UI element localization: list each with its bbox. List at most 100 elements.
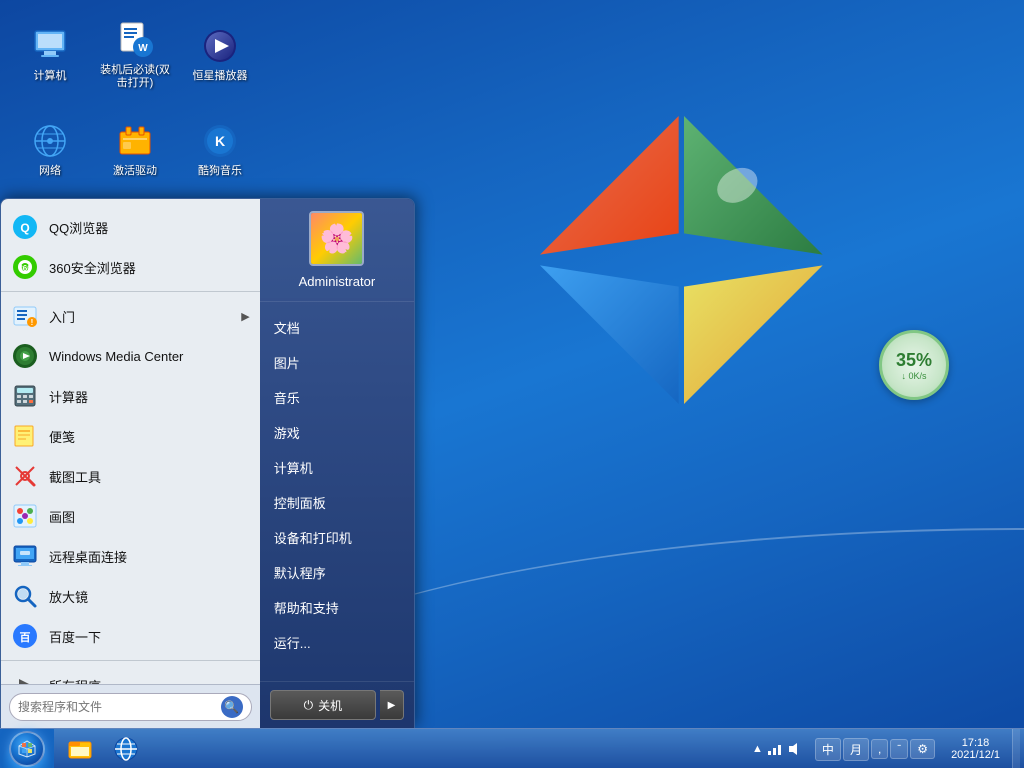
intro-arrow: ▶ <box>241 310 249 323</box>
ime-settings-button[interactable]: ⚙ <box>910 739 935 759</box>
user-section: 🌸 Administrator <box>260 199 414 302</box>
360-browser-icon: 360 <box>11 253 39 281</box>
start-item-snipping[interactable]: 截图工具 <box>1 456 260 496</box>
ime-extra-button[interactable]: , <box>871 739 888 759</box>
search-button[interactable]: 🔍 <box>221 696 243 718</box>
network-speed: ↓ 0K/s <box>901 371 926 381</box>
user-avatar[interactable]: 🌸 <box>309 211 364 266</box>
start-item-qq-browser-label: QQ浏览器 <box>49 218 250 237</box>
taskbar-right: ▲ 中 月 <box>746 729 1024 768</box>
start-item-baidu[interactable]: 百 百度一下 <box>1 616 260 656</box>
right-item-help-label: 帮助和支持 <box>274 598 339 617</box>
shutdown-button[interactable]: ⏻ 关机 <box>270 690 376 720</box>
start-item-paint[interactable]: 画图 <box>1 496 260 536</box>
wmc-icon <box>11 342 39 370</box>
shutdown-arrow-button[interactable]: ▶ <box>380 690 404 720</box>
start-item-360-label: 360安全浏览器 <box>49 258 250 277</box>
show-desktop-button[interactable] <box>1012 729 1020 768</box>
start-item-intro[interactable]: ! 入门 ▶ <box>1 296 260 336</box>
right-item-games-label: 游戏 <box>274 423 300 442</box>
start-item-360-browser[interactable]: 360 360安全浏览器 <box>1 247 260 287</box>
windows-logo <box>524 100 844 420</box>
start-item-intro-label: 入门 <box>49 307 231 326</box>
ime-extra2-button[interactable]: ˉ <box>890 739 908 759</box>
right-item-default-prog[interactable]: 默认程序 <box>260 555 414 590</box>
right-item-help[interactable]: 帮助和支持 <box>260 590 414 625</box>
sticky-icon <box>11 422 39 450</box>
start-item-magnifier[interactable]: 放大镜 <box>1 576 260 616</box>
start-item-all-programs[interactable]: 所有程序 <box>1 665 260 684</box>
start-orb <box>9 731 45 767</box>
ime-lang-label: 中 <box>822 743 834 757</box>
start-item-snipping-label: 截图工具 <box>49 467 250 486</box>
clock-time: 17:18 <box>962 737 990 749</box>
svg-text:Q: Q <box>20 221 29 235</box>
right-item-music-label: 音乐 <box>274 388 300 407</box>
start-item-calculator-label: 计算器 <box>49 387 250 406</box>
start-menu: Q QQ浏览器 360 360安全浏览器 <box>0 198 415 728</box>
intro-icon: ! <box>11 302 39 330</box>
desktop-icon-computer[interactable]: 计算机 <box>10 10 90 100</box>
shutdown-label: 关机 <box>318 697 342 714</box>
network-meter: 35% ↓ 0K/s <box>879 330 949 400</box>
calculator-icon <box>11 382 39 410</box>
start-menu-items: Q QQ浏览器 360 360安全浏览器 <box>1 199 260 684</box>
search-input[interactable] <box>18 700 217 714</box>
tray-overflow-arrow[interactable]: ▲ <box>752 743 763 755</box>
qq-browser-icon: Q <box>11 213 39 241</box>
desktop-icon-install-readme[interactable]: W 装机后必读(双击打开) <box>95 10 175 100</box>
desktop-icon-area: 计算机 W 装机后必读(双击打开) <box>10 10 260 195</box>
right-item-devices-label: 设备和打印机 <box>274 528 352 547</box>
start-search-area: 🔍 <box>1 684 260 728</box>
start-item-qq-browser[interactable]: Q QQ浏览器 <box>1 207 260 247</box>
paint-icon <box>11 502 39 530</box>
desktop-icon-install-label: 装机后必读(双击打开) <box>100 64 170 90</box>
right-item-pics-label: 图片 <box>274 353 300 372</box>
clock-date: 2021/12/1 <box>951 749 1000 761</box>
desktop-icon-computer-label: 计算机 <box>34 70 67 83</box>
right-item-controlpanel-label: 控制面板 <box>274 493 326 512</box>
start-item-sticky[interactable]: 便笺 <box>1 416 260 456</box>
start-item-rdp[interactable]: 远程桌面连接 <box>1 536 260 576</box>
ime-area: 中 月 , ˉ ⚙ <box>811 738 939 761</box>
desktop-icon-activate-label: 激活驱动 <box>113 165 157 178</box>
start-item-rdp-label: 远程桌面连接 <box>49 547 250 566</box>
right-item-default-prog-label: 默认程序 <box>274 563 326 582</box>
start-item-wmc-label: Windows Media Center <box>49 349 250 364</box>
desktop-icon-hengxing-label: 恒星播放器 <box>193 70 248 83</box>
start-item-wmc[interactable]: Windows Media Center <box>1 336 260 376</box>
svg-text:360: 360 <box>18 264 32 273</box>
clock[interactable]: 17:18 2021/12/1 <box>943 729 1008 768</box>
username: Administrator <box>299 274 376 289</box>
right-item-devices[interactable]: 设备和打印机 <box>260 520 414 555</box>
start-item-magnifier-label: 放大镜 <box>49 587 250 606</box>
all-programs-icon <box>11 671 39 684</box>
taskbar-app-ie[interactable] <box>104 731 148 767</box>
svg-text:百: 百 <box>20 631 31 644</box>
ime-lang-button[interactable]: 中 <box>815 738 841 761</box>
desktop-icon-hengxing[interactable]: 恒星播放器 <box>180 10 260 100</box>
right-item-run[interactable]: 运行... <box>260 625 414 660</box>
right-item-pics[interactable]: 图片 <box>260 345 414 380</box>
start-button[interactable] <box>0 729 54 768</box>
shutdown-arrow-icon: ▶ <box>388 700 396 711</box>
taskbar-app-explorer[interactable] <box>58 731 102 767</box>
start-item-calculator[interactable]: 计算器 <box>1 376 260 416</box>
desktop-icon-kugo[interactable]: K 酷狗音乐 <box>180 105 260 195</box>
right-item-computer[interactable]: 计算机 <box>260 450 414 485</box>
svg-text:K: K <box>215 133 225 149</box>
right-item-games[interactable]: 游戏 <box>260 415 414 450</box>
start-menu-left: Q QQ浏览器 360 360安全浏览器 <box>1 199 260 728</box>
rdp-icon <box>11 542 39 570</box>
right-item-docs[interactable]: 文档 <box>260 310 414 345</box>
separator-2 <box>1 660 260 661</box>
right-item-computer-label: 计算机 <box>274 458 313 477</box>
user-avatar-image: 🌸 <box>311 213 362 264</box>
right-item-music[interactable]: 音乐 <box>260 380 414 415</box>
right-item-controlpanel[interactable]: 控制面板 <box>260 485 414 520</box>
start-right-items: 文档 图片 音乐 游戏 计算机 控制面板 设备和打印机 <box>260 302 414 681</box>
search-box[interactable]: 🔍 <box>9 693 252 721</box>
ime-mode-button[interactable]: 月 <box>843 738 869 761</box>
desktop-icon-network[interactable]: 网络 <box>10 105 90 195</box>
desktop-icon-activate[interactable]: 激活驱动 <box>95 105 175 195</box>
